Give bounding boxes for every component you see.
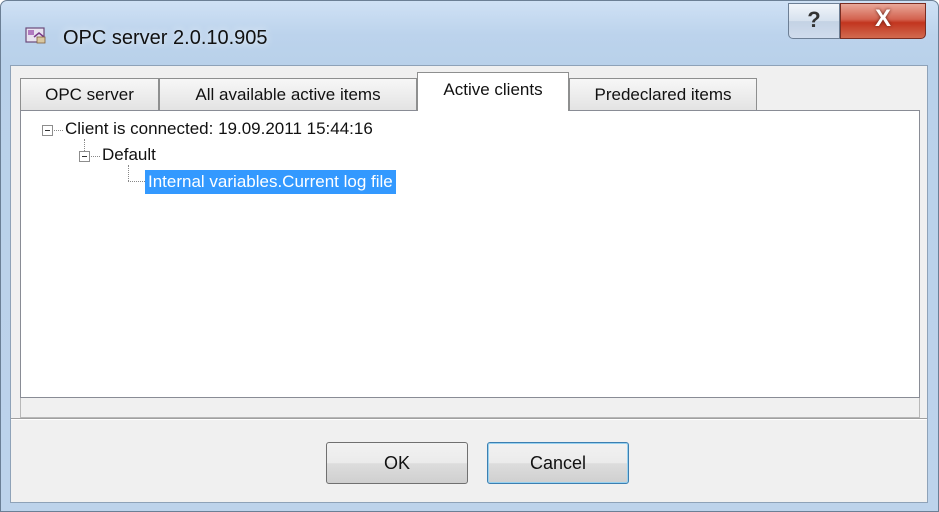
- tree-node-item-selected[interactable]: Internal variables.Current log file: [145, 170, 396, 194]
- active-clients-panel: Client is connected: 19.09.2011 15:44:16…: [20, 110, 920, 398]
- close-icon: X: [874, 5, 891, 32]
- tree-connector: [91, 156, 100, 157]
- tree-connector: [128, 165, 129, 181]
- collapse-icon[interactable]: [42, 125, 53, 136]
- dialog-body: OPC server All available active items Ac…: [10, 65, 928, 503]
- separator-line: [11, 418, 927, 420]
- ok-button[interactable]: OK: [326, 442, 468, 484]
- tree-connector: [54, 130, 63, 131]
- window-title: OPC server 2.0.10.905: [63, 27, 268, 49]
- tab-opc-server[interactable]: OPC server: [20, 78, 159, 110]
- tree-connector: [84, 139, 85, 151]
- help-icon: ?: [807, 7, 821, 32]
- app-icon: [25, 27, 46, 44]
- collapse-icon[interactable]: [79, 151, 90, 162]
- dialog-window: OPC server 2.0.10.905 ? X OPC server All…: [0, 0, 939, 512]
- close-button[interactable]: X: [840, 3, 926, 39]
- panel-footer-strip: [20, 398, 920, 418]
- tab-active-clients[interactable]: Active clients: [417, 72, 569, 111]
- cancel-button[interactable]: Cancel: [487, 442, 629, 484]
- tree-node-group[interactable]: Default: [102, 145, 156, 165]
- help-button[interactable]: ?: [788, 3, 840, 39]
- tree-view[interactable]: Client is connected: 19.09.2011 15:44:16…: [21, 111, 919, 397]
- tree-node-client[interactable]: Client is connected: 19.09.2011 15:44:16: [65, 119, 373, 139]
- tab-all-available-active-items[interactable]: All available active items: [159, 78, 417, 110]
- tab-predeclared-items[interactable]: Predeclared items: [569, 78, 757, 110]
- title-bar[interactable]: OPC server 2.0.10.905 ? X: [1, 1, 938, 65]
- tree-connector: [128, 181, 145, 182]
